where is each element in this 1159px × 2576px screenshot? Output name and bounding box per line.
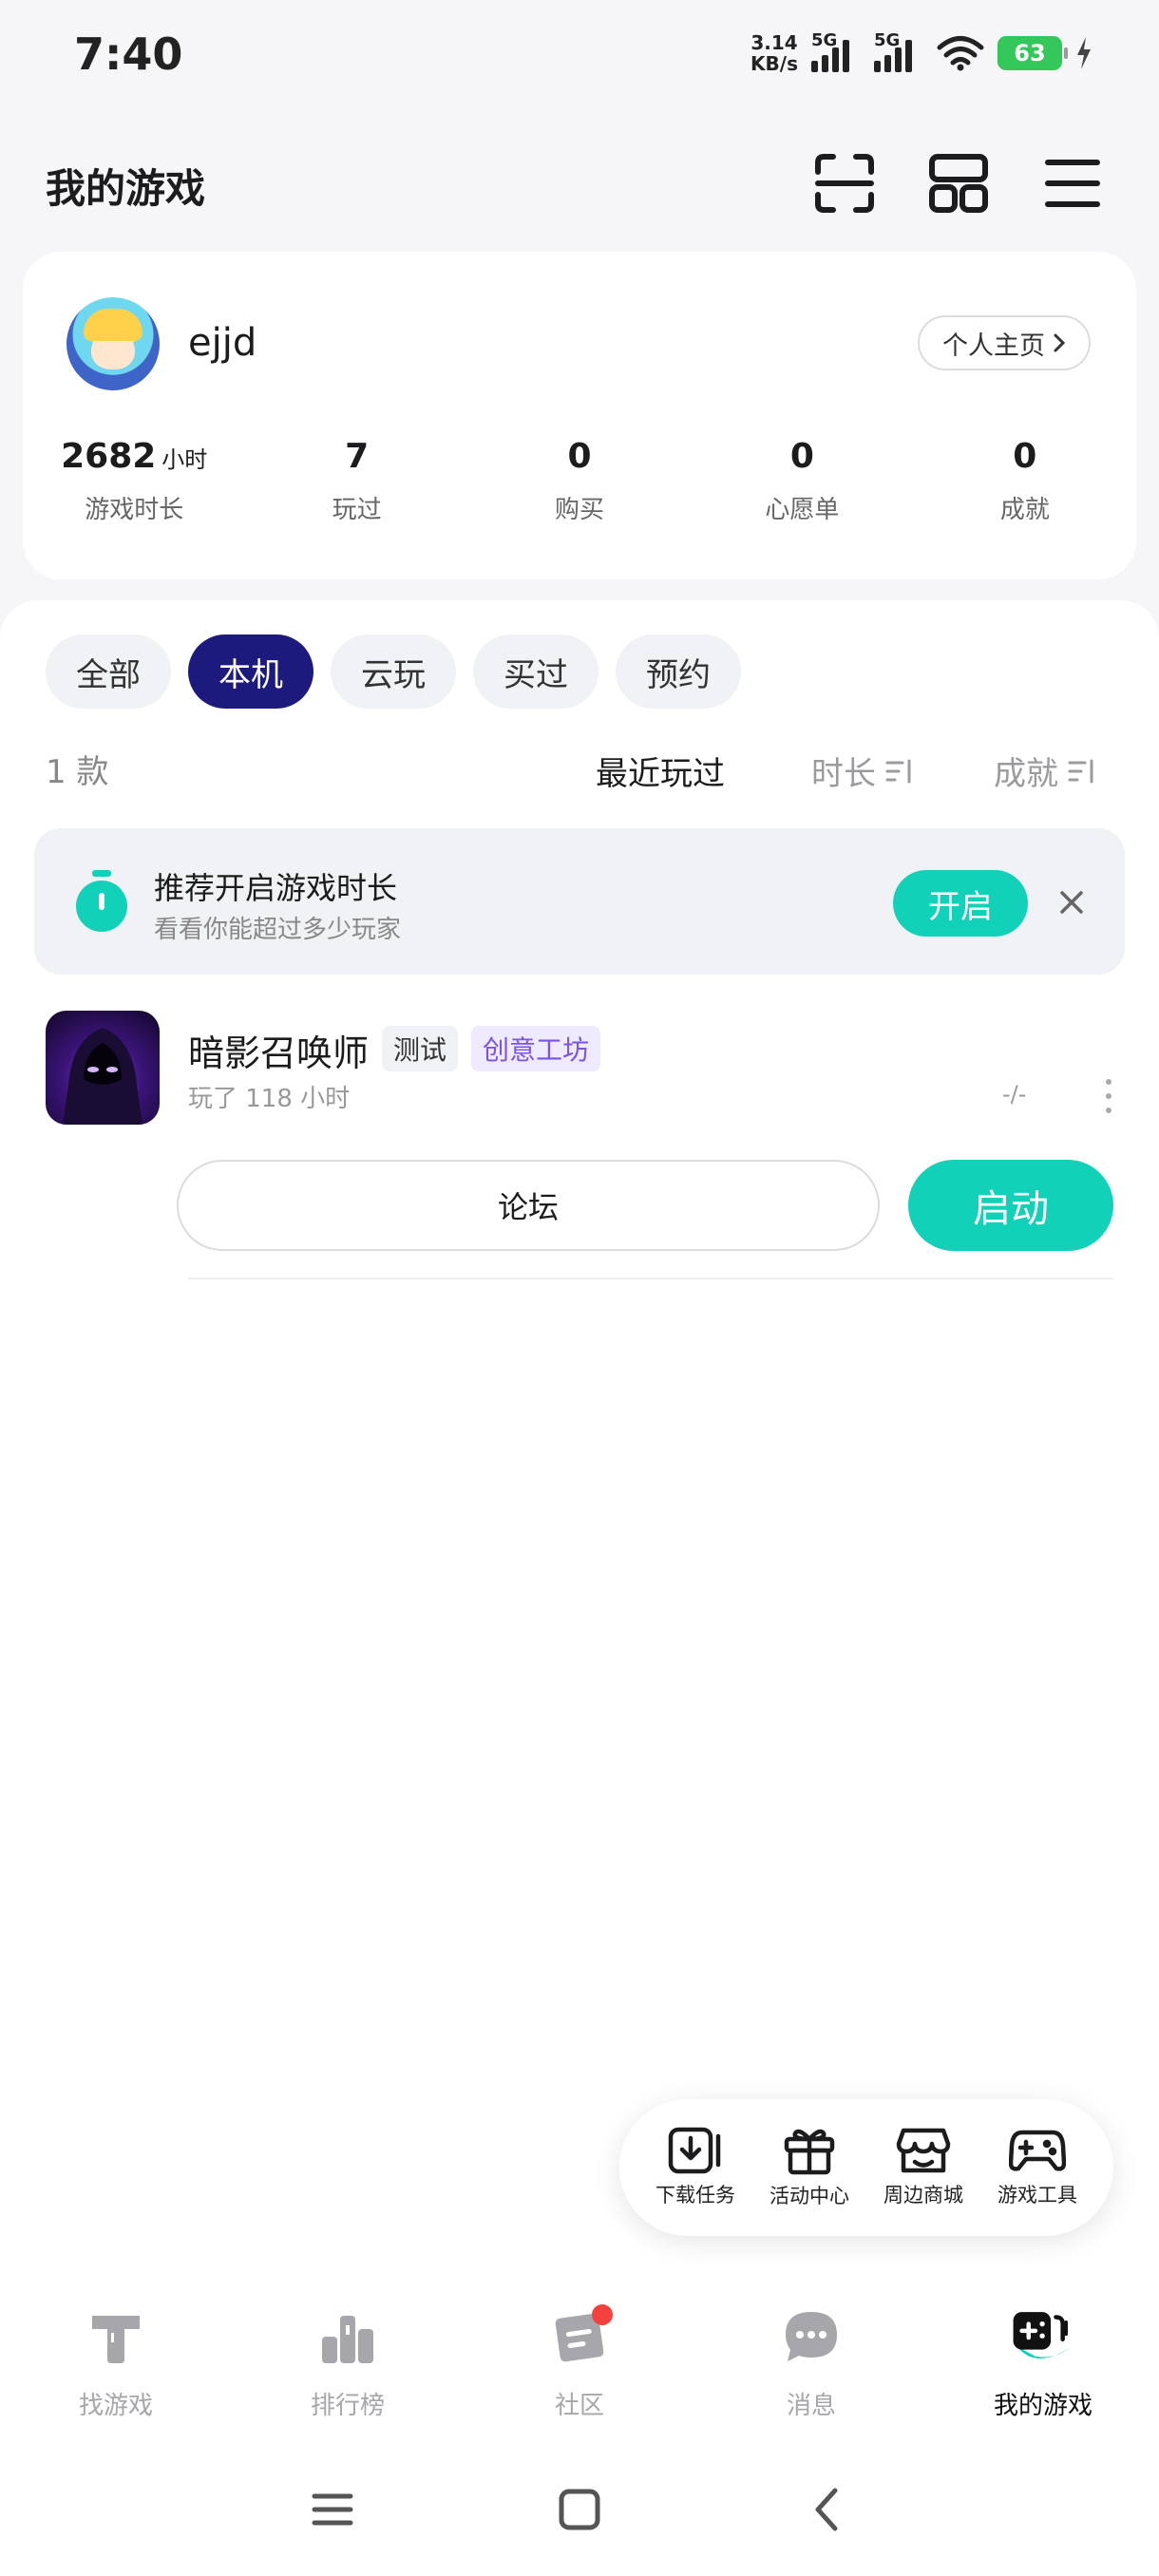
gamepad-icon: [1009, 2130, 1066, 2171]
enable-button[interactable]: 开启: [893, 870, 1028, 937]
sort-achievement[interactable]: 成就: [994, 748, 1096, 794]
close-icon[interactable]: [1053, 883, 1091, 921]
game-rating: -/-: [1002, 1081, 1027, 1108]
game-count: 1 款: [46, 753, 109, 791]
menu-icon[interactable]: [1036, 147, 1109, 219]
profile-stats: 2682 小时 游戏时长 7 玩过 0 购买 0 心愿单 0 成就: [23, 437, 1136, 525]
tab-local[interactable]: 本机: [188, 635, 314, 709]
tools-bar: 下载任务 活动中心 周边商城 游戏工具: [619, 2099, 1113, 2236]
sort-recent[interactable]: 最近玩过: [596, 748, 725, 794]
filter-tabs: 全部 本机 云玩 买过 预约: [46, 635, 741, 709]
system-nav-bar: [0, 2443, 1159, 2576]
game-icon[interactable]: [46, 1011, 160, 1125]
wifi-icon: [937, 36, 984, 71]
tool-game-tools[interactable]: 游戏工具: [998, 2127, 1077, 2208]
tab-reserved[interactable]: 预约: [616, 635, 741, 709]
game-title[interactable]: 暗影召唤师: [188, 1024, 369, 1076]
tab-bought[interactable]: 买过: [473, 635, 598, 709]
tag-workshop: 创意工坊: [471, 1026, 601, 1071]
launch-button[interactable]: 启动: [908, 1160, 1113, 1251]
notification-badge: [592, 2304, 613, 2325]
net-speed: 3.14 KB/s: [750, 31, 798, 75]
sort-icon: [885, 759, 911, 783]
nav-messages[interactable]: 消息: [695, 2282, 927, 2443]
signal-icon: 5G: [811, 30, 861, 72]
tab-cloud[interactable]: 云玩: [331, 635, 456, 709]
divider: [188, 1278, 1113, 1279]
stat-played[interactable]: 7 玩过: [245, 437, 467, 525]
charging-icon: [1077, 37, 1091, 69]
avatar[interactable]: [66, 297, 160, 390]
my-games-icon: [1010, 2304, 1076, 2371]
battery-icon: 63: [998, 36, 1068, 70]
play-time: 玩了 118 小时: [188, 1085, 351, 1113]
page-title: 我的游戏: [46, 165, 206, 212]
bottom-nav: 找游戏 排行榜 社区 消息 我的游戏: [0, 2282, 1159, 2443]
tool-merch-shop[interactable]: 周边商城: [884, 2127, 963, 2208]
grid-layout-icon[interactable]: [922, 147, 995, 219]
back-icon[interactable]: [798, 2481, 855, 2538]
status-time: 7:40: [74, 28, 183, 80]
forum-button[interactable]: 论坛: [177, 1160, 880, 1251]
gift-icon: [784, 2129, 835, 2175]
banner-subtitle: 看看你能超过多少玩家: [154, 916, 402, 944]
stopwatch-icon: [76, 870, 127, 932]
play-time-banner: 推荐开启游戏时长 看看你能超过多少玩家 开启: [34, 828, 1125, 975]
chevron-right-icon: [1054, 333, 1066, 352]
profile-card: ejjd 个人主页 2682 小时 游戏时长 7 玩过 0 购买 0 心愿单 0 …: [23, 252, 1136, 579]
stat-wishlist[interactable]: 0 心愿单: [691, 437, 913, 525]
signal-icon-2: 5G: [874, 30, 923, 72]
message-icon: [778, 2304, 845, 2371]
personal-home-button[interactable]: 个人主页: [918, 315, 1091, 370]
tag-test: 测试: [382, 1026, 459, 1071]
recents-icon[interactable]: [304, 2481, 361, 2538]
tab-all[interactable]: 全部: [46, 635, 171, 709]
nav-ranking[interactable]: 排行榜: [232, 2282, 464, 2443]
status-bar: 7:40 3.14 KB/s 5G 5G 63: [0, 0, 1159, 114]
nav-my-games[interactable]: 我的游戏: [927, 2282, 1159, 2443]
nav-community[interactable]: 社区: [464, 2282, 695, 2443]
shop-icon: [896, 2128, 951, 2173]
community-icon: [546, 2304, 613, 2371]
download-icon: [668, 2127, 721, 2174]
nav-find-games[interactable]: 找游戏: [0, 2282, 232, 2443]
sort-icon: [1068, 759, 1093, 783]
stat-play-time[interactable]: 2682 小时 游戏时长: [23, 437, 245, 525]
tool-event-center[interactable]: 活动中心: [770, 2126, 849, 2209]
more-options-icon[interactable]: [1104, 1079, 1113, 1113]
scan-icon[interactable]: [808, 147, 881, 219]
ranking-icon: [314, 2304, 381, 2371]
stat-achievements[interactable]: 0 成就: [914, 437, 1136, 525]
banner-title: 推荐开启游戏时长: [154, 870, 398, 906]
find-game-icon: [83, 2304, 149, 2371]
tool-download-tasks[interactable]: 下载任务: [656, 2127, 735, 2208]
username: ejjd: [188, 321, 257, 365]
stat-purchased[interactable]: 0 购买: [468, 437, 691, 525]
status-icons: 3.14 KB/s 5G 5G 63: [750, 30, 1092, 75]
home-icon[interactable]: [551, 2481, 608, 2538]
sort-duration[interactable]: 时长: [811, 748, 914, 794]
